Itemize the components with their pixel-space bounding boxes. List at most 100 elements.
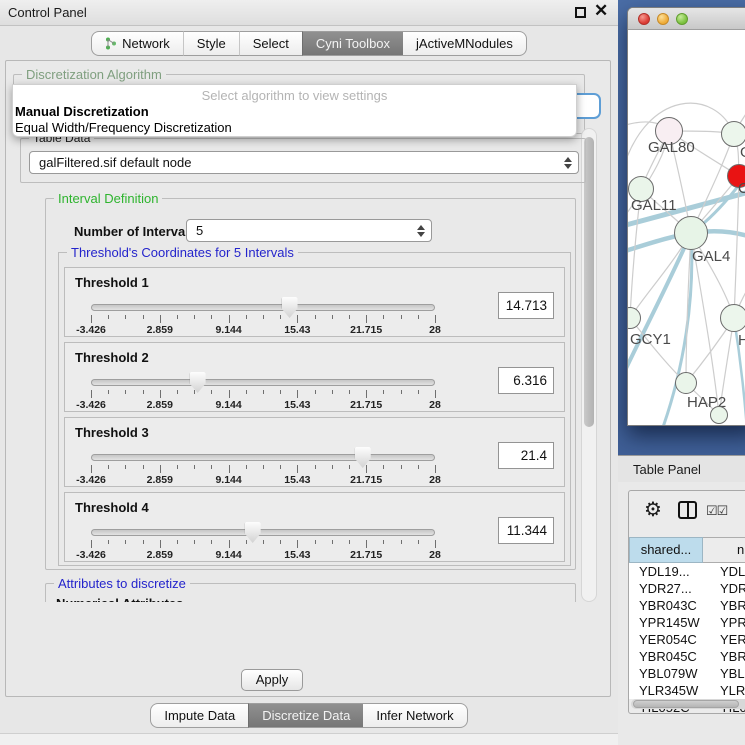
tab-label: Network: [122, 36, 170, 51]
threshold-value-field[interactable]: 14.713: [498, 292, 554, 319]
network-node-label: GAL80: [648, 139, 695, 156]
float-window-icon[interactable]: [575, 7, 586, 18]
slider-ticks: [91, 540, 435, 548]
table-cell: YDR27...: [629, 580, 703, 597]
group-title: Attributes to discretize: [54, 576, 190, 591]
threshold-value-field[interactable]: 6.316: [498, 367, 554, 394]
threshold-slider[interactable]: -3.4262.8599.14415.4321.71528: [91, 371, 435, 411]
table-cell: YBR045C: [629, 648, 703, 665]
table-cell: YBR0: [703, 648, 745, 665]
tab-infer-network[interactable]: Infer Network: [363, 703, 467, 728]
threshold-value-field[interactable]: 11.344: [498, 517, 554, 544]
network-window[interactable]: GAL80GACGAL11GAL4GCY1HHAP2: [627, 7, 745, 426]
table-row[interactable]: YBL079WYBL0: [629, 665, 745, 682]
slider-ticks: [91, 390, 435, 398]
panel-title: Control Panel: [8, 5, 87, 20]
network-node[interactable]: [675, 372, 697, 394]
table-cell: YLR345W: [629, 682, 703, 699]
popup-option-equal-width[interactable]: Equal Width/Frequency Discretization: [15, 120, 232, 135]
number-of-intervals-select[interactable]: 5: [186, 219, 432, 242]
network-icon: [105, 37, 117, 50]
network-node-label: GAL11: [631, 197, 677, 214]
table-data-group: Table Data galFiltered.sif default node: [20, 138, 586, 183]
slider-track[interactable]: [91, 304, 435, 311]
threshold-panel-2: Threshold 2 -3.4262.8599.14415.4321.7152…: [64, 342, 565, 412]
threshold-label: Threshold 1: [75, 275, 149, 290]
table-cell: YBR043C: [629, 597, 703, 614]
combo-value: 5: [196, 223, 203, 238]
tab-label: Cyni Toolbox: [316, 36, 390, 51]
thresholds-group: Threshold's Coordinates for 5 Intervals …: [58, 252, 571, 566]
network-node-label: GAL4: [692, 248, 730, 265]
threshold-label: Threshold 3: [75, 425, 149, 440]
table-cell: YBL079W: [629, 665, 703, 682]
table-row[interactable]: YBR043CYBR0: [629, 597, 745, 614]
network-node[interactable]: [674, 216, 708, 250]
table-row[interactable]: YLR345WYLR3: [629, 682, 745, 699]
table-horizontal-scrollbar[interactable]: [631, 699, 745, 709]
checkbox-icons[interactable]: ☑☑: [706, 503, 727, 519]
slider-track[interactable]: [91, 379, 435, 386]
bottom-strip: [0, 733, 618, 745]
table-data-select[interactable]: galFiltered.sif default node: [29, 151, 579, 174]
settings-scroll-area: Interval Definition Number of Intervals …: [8, 128, 580, 602]
tab-impute-data[interactable]: Impute Data: [150, 703, 248, 728]
slider-ticks: [91, 465, 435, 473]
close-icon[interactable]: ✕: [594, 1, 608, 21]
tab-cyni-toolbox[interactable]: Cyni Toolbox: [302, 31, 403, 56]
spinner-icon[interactable]: [416, 224, 426, 238]
tab-discretize-data[interactable]: Discretize Data: [248, 703, 363, 728]
column-header-name[interactable]: n: [703, 537, 745, 563]
table-cell: YER054C: [629, 631, 703, 648]
table-cell: YDL1: [703, 563, 745, 580]
slider-track[interactable]: [91, 529, 435, 536]
tab-style[interactable]: Style: [183, 31, 239, 56]
network-node-label: GA: [740, 144, 745, 161]
table-panel-title: Table Panel: [633, 462, 701, 477]
table-cell: YBR0: [703, 597, 745, 614]
network-canvas[interactable]: GAL80GACGAL11GAL4GCY1HHAP2: [628, 30, 745, 426]
spinner-icon[interactable]: [563, 156, 573, 170]
tab-network[interactable]: Network: [91, 31, 183, 56]
tab-select[interactable]: Select: [239, 31, 302, 56]
slider-track[interactable]: [91, 454, 435, 461]
threshold-label: Threshold 2: [75, 350, 149, 365]
network-node[interactable]: [720, 304, 745, 332]
threshold-value-field[interactable]: 21.4: [498, 442, 554, 469]
bottom-tab-bar: Impute Data Discretize Data Infer Networ…: [0, 703, 618, 728]
tab-label: Style: [197, 36, 226, 51]
close-traffic-icon[interactable]: [638, 13, 650, 25]
table-cell: YDL19...: [629, 563, 703, 580]
split-columns-icon[interactable]: [678, 501, 697, 519]
table-row[interactable]: YDR27...YDR2: [629, 580, 745, 597]
algorithm-dropdown-popup: Select algorithm to view settings Manual…: [12, 84, 577, 137]
panel-scrollbar[interactable]: [581, 128, 597, 602]
combo-value: galFiltered.sif default node: [39, 155, 191, 170]
network-window-titlebar[interactable]: [628, 8, 745, 30]
apply-button[interactable]: Apply: [241, 669, 303, 691]
slider-tick-labels: -3.4262.8599.14415.4321.71528: [91, 549, 435, 561]
control-panel-titlebar: Control Panel ✕: [0, 0, 618, 26]
table-row[interactable]: YPR145WYPR1: [629, 614, 745, 631]
tab-label: Infer Network: [376, 708, 453, 723]
threshold-slider[interactable]: -3.4262.8599.14415.4321.71528: [91, 446, 435, 486]
table-panel: ⚙ ☑☑ shared... n YDL19...YDL1YDR27...YDR…: [628, 490, 745, 714]
network-node-label: GCY1: [630, 331, 671, 348]
table-cell: YLR3: [703, 682, 745, 699]
screen: Control Panel ✕ Network Style Select Cyn…: [0, 0, 745, 745]
gear-icon[interactable]: ⚙: [644, 497, 662, 522]
network-node[interactable]: [710, 406, 728, 424]
table-row[interactable]: YDL19...YDL1: [629, 563, 745, 580]
threshold-slider[interactable]: -3.4262.8599.14415.4321.71528: [91, 521, 435, 561]
popup-option-manual-discretization[interactable]: Manual Discretization: [15, 104, 149, 119]
threshold-slider[interactable]: -3.4262.8599.14415.4321.71528: [91, 296, 435, 336]
slider-tick-labels: -3.4262.8599.14415.4321.71528: [91, 399, 435, 411]
scrollbar-thumb[interactable]: [633, 700, 739, 708]
table-cell: YER0: [703, 631, 745, 648]
column-header-shared-name[interactable]: shared...: [629, 537, 703, 563]
zoom-traffic-icon[interactable]: [676, 13, 688, 25]
minimize-traffic-icon[interactable]: [657, 13, 669, 25]
table-row[interactable]: YBR045CYBR0: [629, 648, 745, 665]
table-row[interactable]: YER054CYER0: [629, 631, 745, 648]
tab-jactivemnodules[interactable]: jActiveMNodules: [403, 31, 527, 56]
